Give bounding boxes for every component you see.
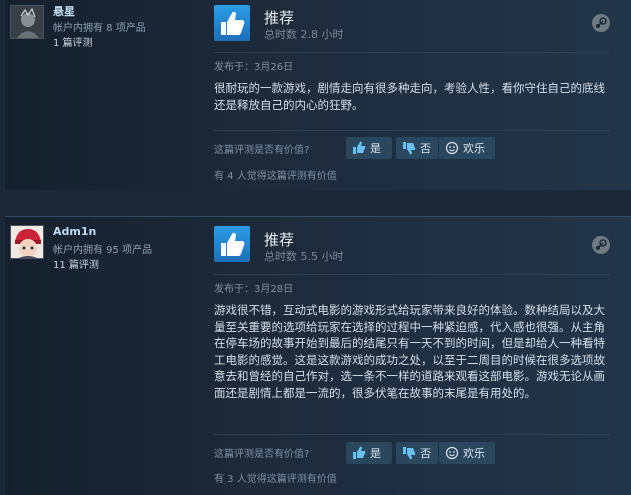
posted-date: 发布于：3月26日	[214, 62, 294, 73]
vote-yes-button[interactable]: 是	[346, 137, 392, 159]
vote-yes-label: 是	[370, 142, 381, 155]
vote-no-button[interactable]: 否	[396, 137, 438, 159]
divider	[214, 130, 610, 131]
vote-funny-label: 欢乐	[463, 447, 485, 460]
review-count[interactable]: 11 篇评测	[53, 258, 152, 273]
vote-no-label: 否	[420, 142, 431, 155]
vote-funny-button[interactable]: 欢乐	[439, 442, 495, 464]
products-owned[interactable]: 帐户内拥有 8 项产品	[53, 21, 146, 36]
vote-funny-button[interactable]: 欢乐	[439, 137, 495, 159]
review-count[interactable]: 1 篇评测	[53, 36, 146, 51]
avatar[interactable]	[10, 5, 44, 39]
hours-played: 总时数 2.8 小时	[264, 28, 344, 41]
review-card: Adm1n 帐户内拥有 95 项产品 11 篇评测 推荐 总时数 5.5 小时 …	[0, 216, 631, 495]
vote-no-button[interactable]: 否	[396, 442, 438, 464]
divider	[214, 434, 610, 435]
divider	[214, 52, 610, 53]
thumbs-up-icon	[352, 141, 366, 155]
vote-yes-button[interactable]: 是	[346, 442, 392, 464]
thumbs-up-icon	[214, 5, 250, 41]
helpful-count: 有 4 人觉得这篇评测有价值	[214, 171, 337, 182]
posted-date: 发布于：3月28日	[214, 284, 294, 295]
divider	[214, 274, 610, 275]
review-verdict[interactable]: 推荐	[264, 229, 294, 250]
smiley-icon	[445, 141, 459, 155]
thumbs-down-icon	[402, 446, 416, 460]
steam-icon	[592, 236, 610, 254]
helpful-count: 有 3 人觉得这篇评测有价值	[214, 474, 337, 485]
user-info: 帐户内拥有 8 项产品 1 篇评测	[53, 21, 146, 51]
hours-played: 总时数 5.5 小时	[264, 250, 344, 263]
review-text: 游戏很不错，互动式电影的游戏形式给玩家带来良好的体验。数种结局以及大量至关重要的…	[214, 303, 605, 400]
vote-no-label: 否	[420, 447, 431, 460]
vote-yes-label: 是	[370, 447, 381, 460]
thumbs-up-icon	[214, 226, 250, 262]
helpful-question: 这篇评测是否有价值?	[214, 145, 310, 156]
review-verdict[interactable]: 推荐	[264, 7, 294, 28]
review-text: 很耐玩的一款游戏，剧情走向有很多种走向，考验人性，看你守住自己的底线还是释放自己…	[214, 81, 605, 112]
products-owned[interactable]: 帐户内拥有 95 项产品	[53, 243, 152, 258]
username[interactable]: 悬星	[53, 3, 75, 19]
smiley-icon	[445, 446, 459, 460]
helpful-question: 这篇评测是否有价值?	[214, 449, 310, 460]
thumbs-up-icon	[352, 446, 366, 460]
avatar[interactable]	[10, 225, 44, 259]
thumbs-down-icon	[402, 141, 416, 155]
vote-funny-label: 欢乐	[463, 142, 485, 155]
review-card: 悬星 帐户内拥有 8 项产品 1 篇评测 推荐 总时数 2.8 小时 发布于：3…	[0, 0, 631, 190]
username[interactable]: Adm1n	[53, 225, 96, 238]
user-info: 帐户内拥有 95 项产品 11 篇评测	[53, 243, 152, 273]
steam-icon	[592, 14, 610, 32]
